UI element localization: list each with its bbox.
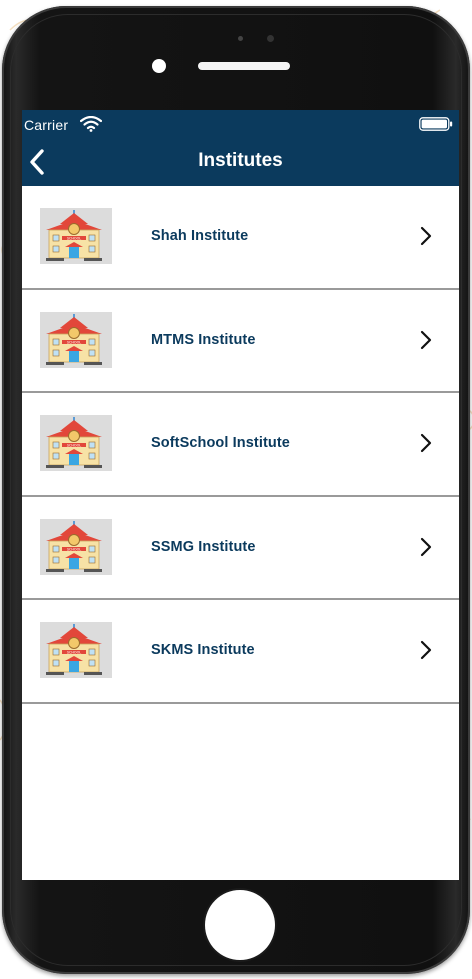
chevron-right-icon[interactable] — [420, 537, 432, 557]
chevron-right-icon[interactable] — [420, 433, 432, 453]
chevron-right-icon[interactable] — [420, 330, 432, 350]
svg-text:SCHOOL: SCHOOL — [67, 443, 81, 447]
institute-list: SCHOOL Shah Institute SCHOOL MTMS Instit… — [22, 186, 459, 704]
list-item[interactable]: SCHOOL SSMG Institute — [22, 496, 459, 601]
earpiece-speaker — [198, 62, 290, 70]
school-building-icon: SCHOOL — [40, 208, 112, 264]
school-building-icon: SCHOOL — [40, 415, 112, 472]
navigation-bar: Institutes — [22, 138, 459, 186]
svg-text:SCHOOL: SCHOOL — [67, 547, 81, 551]
institute-name: Shah Institute — [151, 228, 249, 244]
svg-text:SCHOOL: SCHOOL — [67, 236, 81, 240]
app-screen: Carrier Institutes SCHOOL Shah Institute… — [22, 110, 459, 880]
institute-name: SSMG Institute — [151, 538, 256, 555]
school-building-icon: SCHOOL — [40, 622, 112, 679]
school-building-icon: SCHOOL — [40, 518, 112, 575]
institute-name: SoftSchool Institute — [151, 435, 290, 452]
list-item[interactable]: SCHOOL MTMS Institute — [22, 289, 459, 394]
svg-text:SCHOOL: SCHOOL — [67, 651, 81, 655]
carrier-label: Carrier — [24, 117, 69, 133]
chevron-right-icon[interactable] — [420, 640, 432, 660]
svg-text:SCHOOL: SCHOOL — [67, 340, 81, 344]
list-item[interactable]: SCHOOL SoftSchool Institute — [22, 393, 459, 497]
battery-icon — [419, 117, 453, 131]
school-building-icon: SCHOOL — [40, 311, 112, 368]
page-title: Institutes — [198, 150, 283, 171]
chevron-right-icon[interactable] — [420, 226, 432, 246]
front-camera — [152, 59, 166, 73]
institute-name: MTMS Institute — [151, 331, 256, 348]
status-bar: Carrier — [22, 110, 459, 138]
proximity-sensor — [238, 36, 243, 41]
list-item[interactable]: SCHOOL SKMS Institute — [22, 600, 459, 704]
wifi-icon — [80, 116, 102, 132]
home-button[interactable] — [205, 890, 275, 960]
institute-name: SKMS Institute — [151, 642, 255, 659]
front-sensor — [267, 35, 274, 42]
list-item[interactable]: SCHOOL Shah Institute — [22, 186, 459, 290]
